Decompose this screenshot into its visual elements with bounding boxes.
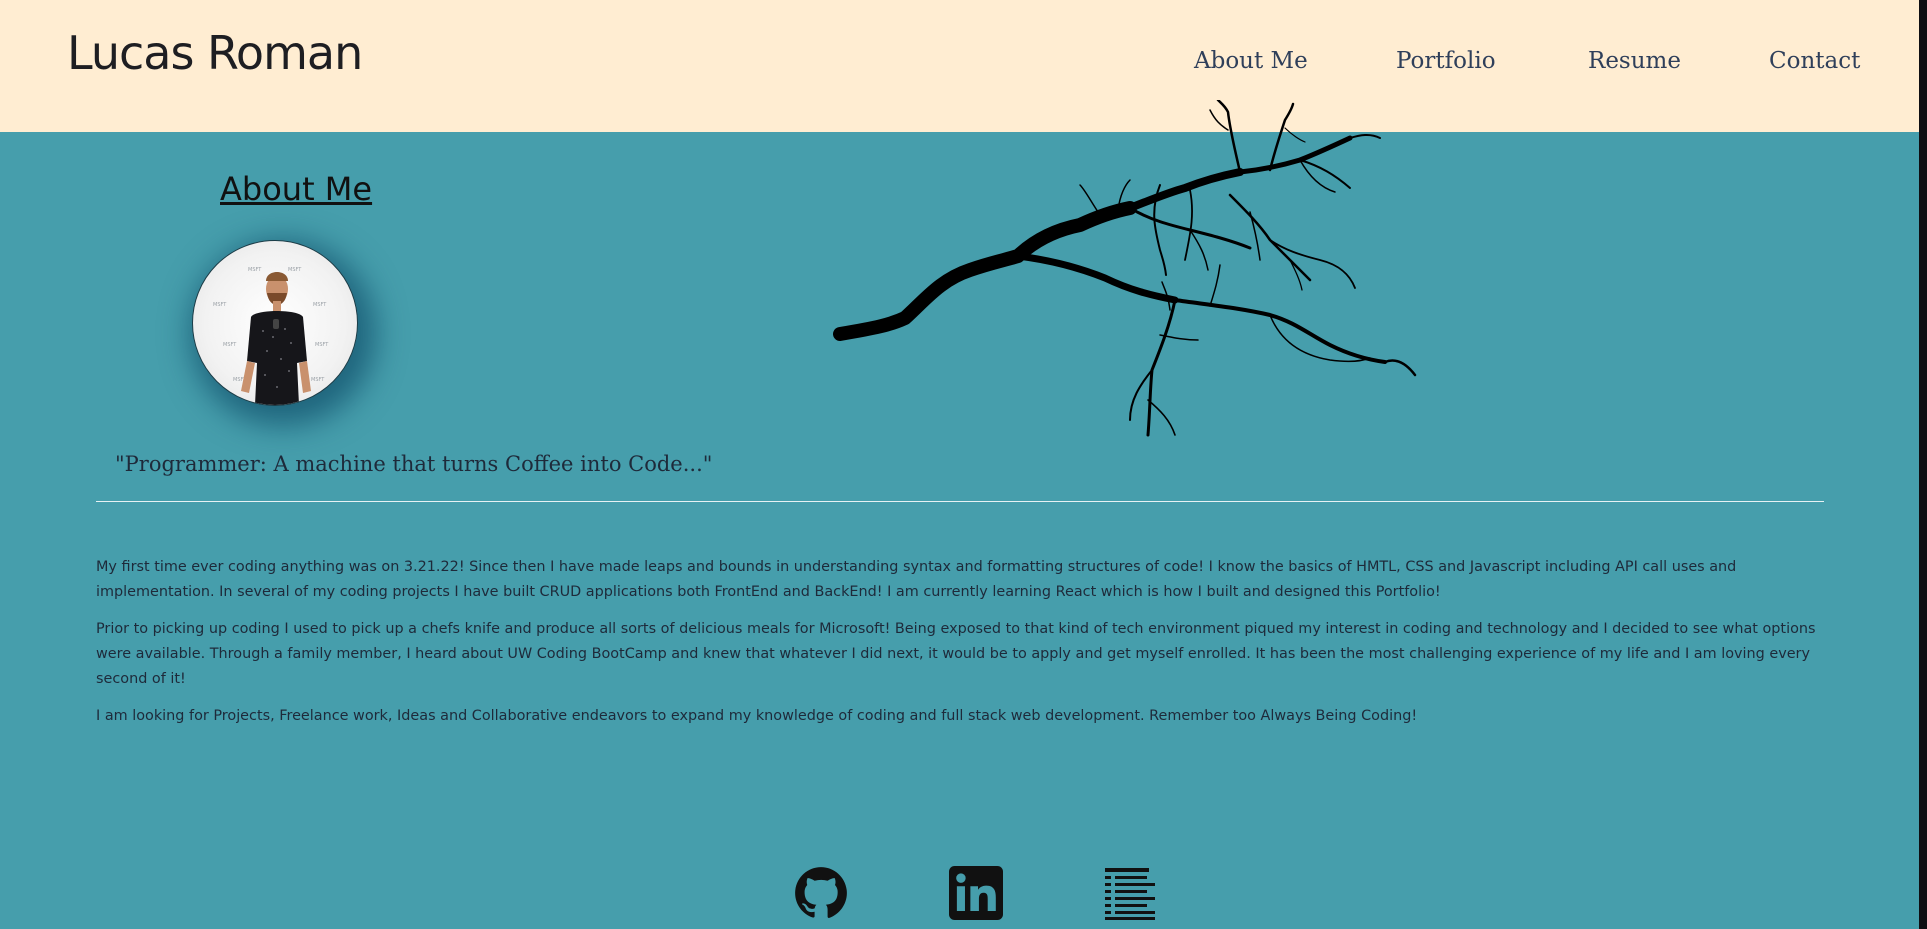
footer-social-links bbox=[0, 866, 1919, 922]
bio-paragraph: My first time ever coding anything was o… bbox=[96, 559, 1737, 600]
tree-branch-illustration bbox=[833, 100, 1417, 437]
about-heading: About Me bbox=[220, 170, 373, 208]
svg-text:MSFT: MSFT bbox=[248, 267, 262, 273]
profile-photo-image: MSFT MSFT MSFT MSFT MSFT MSFT MSFT MSFT bbox=[213, 267, 329, 405]
svg-text:MSFT: MSFT bbox=[213, 302, 227, 308]
section-divider bbox=[96, 501, 1824, 502]
profile-photo: MSFT MSFT MSFT MSFT MSFT MSFT MSFT MSFT bbox=[192, 240, 358, 406]
nav-about-me[interactable]: About Me bbox=[1194, 48, 1308, 74]
nav-resume[interactable]: Resume bbox=[1588, 48, 1681, 74]
linkedin-icon[interactable] bbox=[949, 866, 1003, 920]
github-icon[interactable] bbox=[794, 866, 848, 920]
page: Lucas Roman About Me Portfolio Resume Co… bbox=[0, 0, 1927, 929]
svg-text:MSFT: MSFT bbox=[315, 342, 329, 348]
bio-section: My first time ever coding anything was o… bbox=[96, 555, 1826, 741]
resume-icon[interactable] bbox=[1103, 866, 1157, 920]
bio-paragraph: I am looking for Projects, Freelance wor… bbox=[96, 708, 1418, 724]
main-nav: About Me Portfolio Resume Contact bbox=[0, 48, 1919, 80]
svg-text:MSFT: MSFT bbox=[223, 342, 237, 348]
coffee-quote: "Programmer: A machine that turns Coffee… bbox=[115, 452, 713, 476]
svg-text:MSFT: MSFT bbox=[311, 377, 325, 383]
svg-text:MSFT: MSFT bbox=[313, 302, 327, 308]
window-edge bbox=[1919, 0, 1927, 929]
bio-paragraph: Prior to picking up coding I used to pic… bbox=[96, 621, 1816, 687]
nav-portfolio[interactable]: Portfolio bbox=[1396, 48, 1496, 74]
nav-contact[interactable]: Contact bbox=[1769, 48, 1860, 74]
svg-text:MSFT: MSFT bbox=[288, 267, 302, 273]
